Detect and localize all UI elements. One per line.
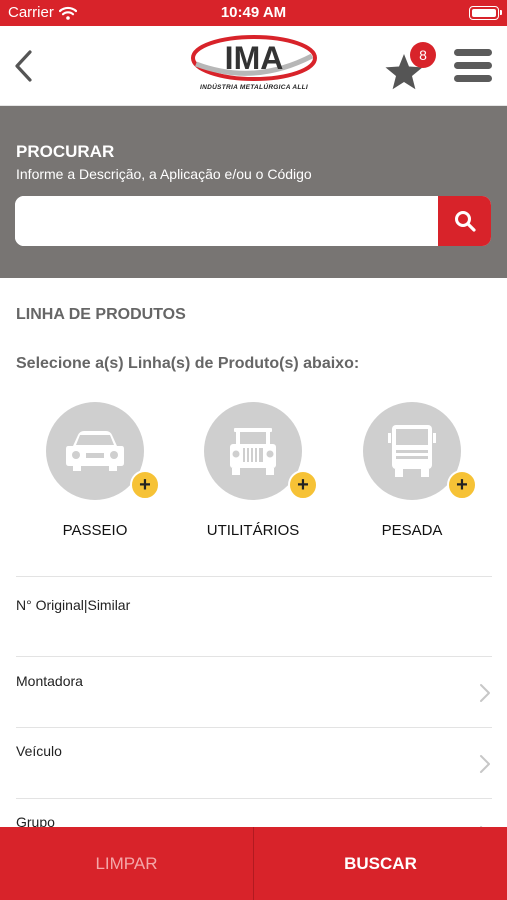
filter-label: N° Original|Similar <box>16 597 131 613</box>
back-button[interactable] <box>8 46 38 86</box>
logo-text: IMA <box>225 40 284 76</box>
back-chevron-icon <box>15 50 32 82</box>
product-line-label: PESADA <box>381 522 443 539</box>
search-input[interactable] <box>15 196 439 246</box>
search-section: PROCURAR Informe a Descrição, a Aplicaçã… <box>0 106 507 278</box>
favorites-count-badge: 8 <box>410 42 436 68</box>
ima-logo: IMA INDÚSTRIA METALÚRGICA ALLI <box>190 34 318 98</box>
search-box <box>15 196 491 246</box>
clear-button[interactable]: LIMPAR <box>0 827 254 900</box>
product-lines-instruction: Selecione a(s) Linha(s) de Produto(s) ab… <box>16 355 360 372</box>
add-badge: + <box>130 470 160 500</box>
product-circle: + <box>363 402 477 500</box>
battery-icon <box>469 6 502 20</box>
chevron-right-icon <box>480 684 490 702</box>
bottom-action-bar: LIMPAR BUSCAR <box>0 827 507 900</box>
product-circle: + <box>46 402 160 500</box>
product-line-passeio[interactable]: + PASSEIO <box>20 402 170 542</box>
product-line-label: UTILITÁRIOS <box>206 522 300 539</box>
car-icon <box>66 431 124 471</box>
submit-search-button[interactable]: BUSCAR <box>254 827 507 900</box>
status-bar: Carrier 10:49 AM <box>0 0 507 26</box>
jeep-icon <box>230 428 276 475</box>
search-title: PROCURAR <box>16 142 115 161</box>
nav-bar: IMA INDÚSTRIA METALÚRGICA ALLI 8 <box>0 26 507 106</box>
product-line-label: PASSEIO <box>62 522 128 539</box>
filter-montadora[interactable]: Montadora <box>0 657 507 727</box>
logo-mark: IMA <box>191 35 317 81</box>
filter-veiculo[interactable]: Veículo <box>0 728 507 798</box>
favorites-button[interactable]: 8 <box>384 42 440 94</box>
product-line-utilitarios[interactable]: + UTILITÁRIOS <box>178 402 328 542</box>
product-line-pesada[interactable]: + PESADA <box>337 402 487 542</box>
truck-icon <box>388 425 436 477</box>
filter-original-similar[interactable]: N° Original|Similar <box>0 577 507 656</box>
search-button[interactable] <box>438 196 491 246</box>
search-icon <box>454 211 476 232</box>
product-circle: + <box>204 402 318 500</box>
app-screen: Carrier 10:49 AM IMA INDÚSTRIA METALÚRGI… <box>0 0 507 900</box>
status-time: 10:49 AM <box>220 4 287 21</box>
search-subtitle: Informe a Descrição, a Aplicação e/ou o … <box>16 166 312 182</box>
logo-tagline: INDÚSTRIA METALÚRGICA ALLI <box>199 84 309 91</box>
chevron-right-icon <box>480 755 490 773</box>
filter-label: Veículo <box>16 743 62 759</box>
add-badge: + <box>447 470 477 500</box>
hamburger-menu-button[interactable] <box>452 46 494 86</box>
product-lines-title: LINHA DE PRODUTOS <box>16 306 186 323</box>
filter-label: Montadora <box>16 673 83 689</box>
add-badge: + <box>288 470 318 500</box>
